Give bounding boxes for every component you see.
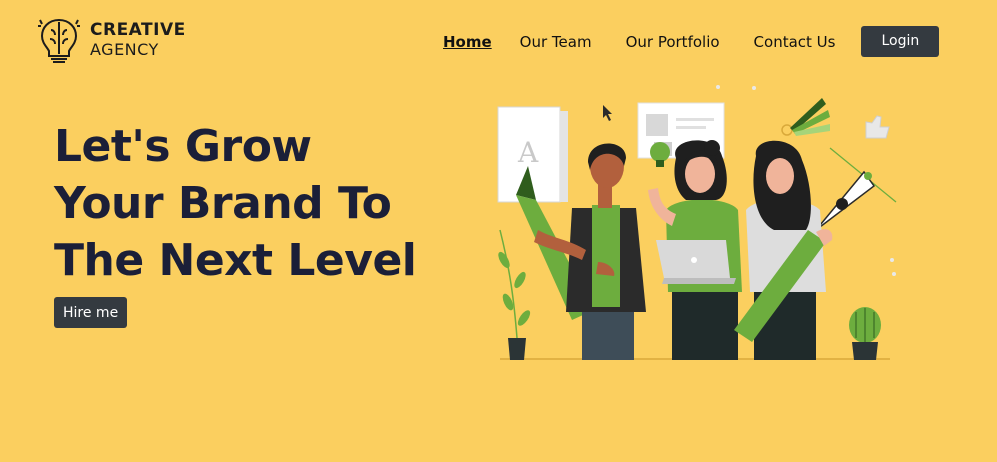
brand-line2: AGENCY xyxy=(90,40,159,59)
team-illustration: A xyxy=(497,85,897,360)
nav-home[interactable]: Home xyxy=(443,27,492,57)
color-swatch-icon xyxy=(781,98,830,136)
lightbulb-icon xyxy=(650,142,670,167)
brand-line1: CREATIVE xyxy=(90,20,186,40)
pen-tool-icon xyxy=(815,147,897,231)
brain-lightbulb-icon xyxy=(38,18,80,63)
main-nav: Home Our Team Our Portfolio Contact Us L… xyxy=(443,26,940,57)
woman-laptop-figure xyxy=(648,140,742,360)
woman-pen-figure xyxy=(734,140,833,360)
brand-name: CREATIVE AGENCY xyxy=(90,20,186,60)
nav-our-team[interactable]: Our Team xyxy=(520,27,592,57)
canvas-letter: A xyxy=(517,136,539,169)
cursor-icon xyxy=(603,105,612,121)
hero-title: Let's Grow Your Brand To The Next Level xyxy=(54,118,454,289)
cactus-icon xyxy=(849,307,881,360)
hire-me-button[interactable]: Hire me xyxy=(54,297,128,328)
brand-logo[interactable]: CREATIVE AGENCY xyxy=(36,14,186,66)
login-button[interactable]: Login xyxy=(861,26,940,57)
hero-title-line-2: Your Brand To xyxy=(54,178,392,229)
nav-contact-us[interactable]: Contact Us xyxy=(754,27,836,57)
nav-our-portfolio[interactable]: Our Portfolio xyxy=(626,27,720,57)
thumbs-up-icon xyxy=(865,115,890,139)
hero-title-line-3: The Next Level xyxy=(54,235,417,286)
plant-left-icon xyxy=(498,229,531,360)
hero-title-line-1: Let's Grow xyxy=(54,121,312,172)
